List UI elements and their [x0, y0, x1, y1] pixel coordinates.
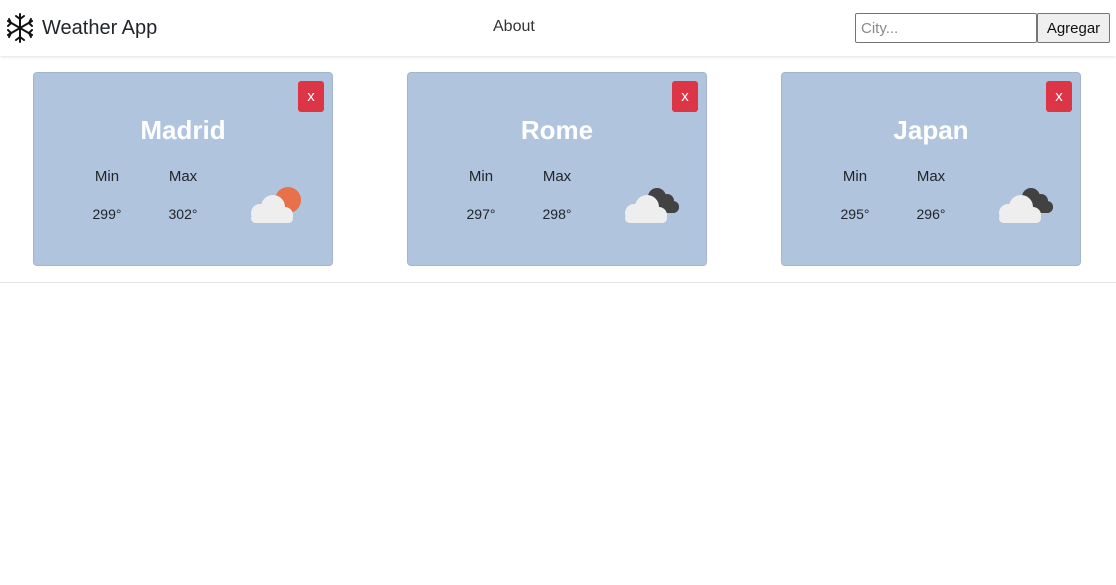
brand-title: Weather App [42, 16, 158, 39]
partly-cloudy-sun-icon [251, 187, 301, 223]
max-temp-value: 296° [916, 206, 946, 222]
city-name: Rome [520, 115, 594, 145]
min-label: Min [468, 168, 494, 185]
max-temp-value: 298° [542, 206, 572, 222]
navbar: Weather App About Agregar [0, 0, 1116, 56]
add-city-button[interactable]: Agregar [1037, 13, 1110, 43]
close-card-button[interactable]: x [672, 81, 698, 112]
min-temp-value: 299° [92, 206, 122, 222]
min-temp-value: 295° [840, 206, 870, 222]
close-card-button[interactable]: x [298, 81, 324, 112]
close-card-button[interactable]: x [1046, 81, 1072, 112]
nav-about-link[interactable]: About [493, 18, 535, 36]
city-name: Japan [893, 115, 969, 145]
broken-clouds-icon [625, 188, 679, 223]
min-label: Min [94, 168, 120, 185]
brand-link[interactable]: Weather App [4, 12, 157, 44]
max-temp-value: 302° [168, 206, 198, 222]
city-search-input[interactable] [855, 13, 1037, 43]
content-divider [0, 282, 1116, 283]
snowflake-icon [6, 13, 34, 43]
broken-clouds-icon [999, 188, 1053, 223]
max-label: Max [916, 168, 946, 185]
min-label: Min [842, 168, 868, 185]
city-card: x Madrid Min Max 299° 302° [33, 72, 333, 266]
city-card: x Japan Min Max 295° 296° [781, 72, 1081, 266]
max-label: Max [168, 168, 198, 185]
city-name: Madrid [140, 115, 226, 145]
city-card: x Rome Min Max 297° 298° [407, 72, 707, 266]
max-label: Max [542, 168, 572, 185]
min-temp-value: 297° [466, 206, 496, 222]
